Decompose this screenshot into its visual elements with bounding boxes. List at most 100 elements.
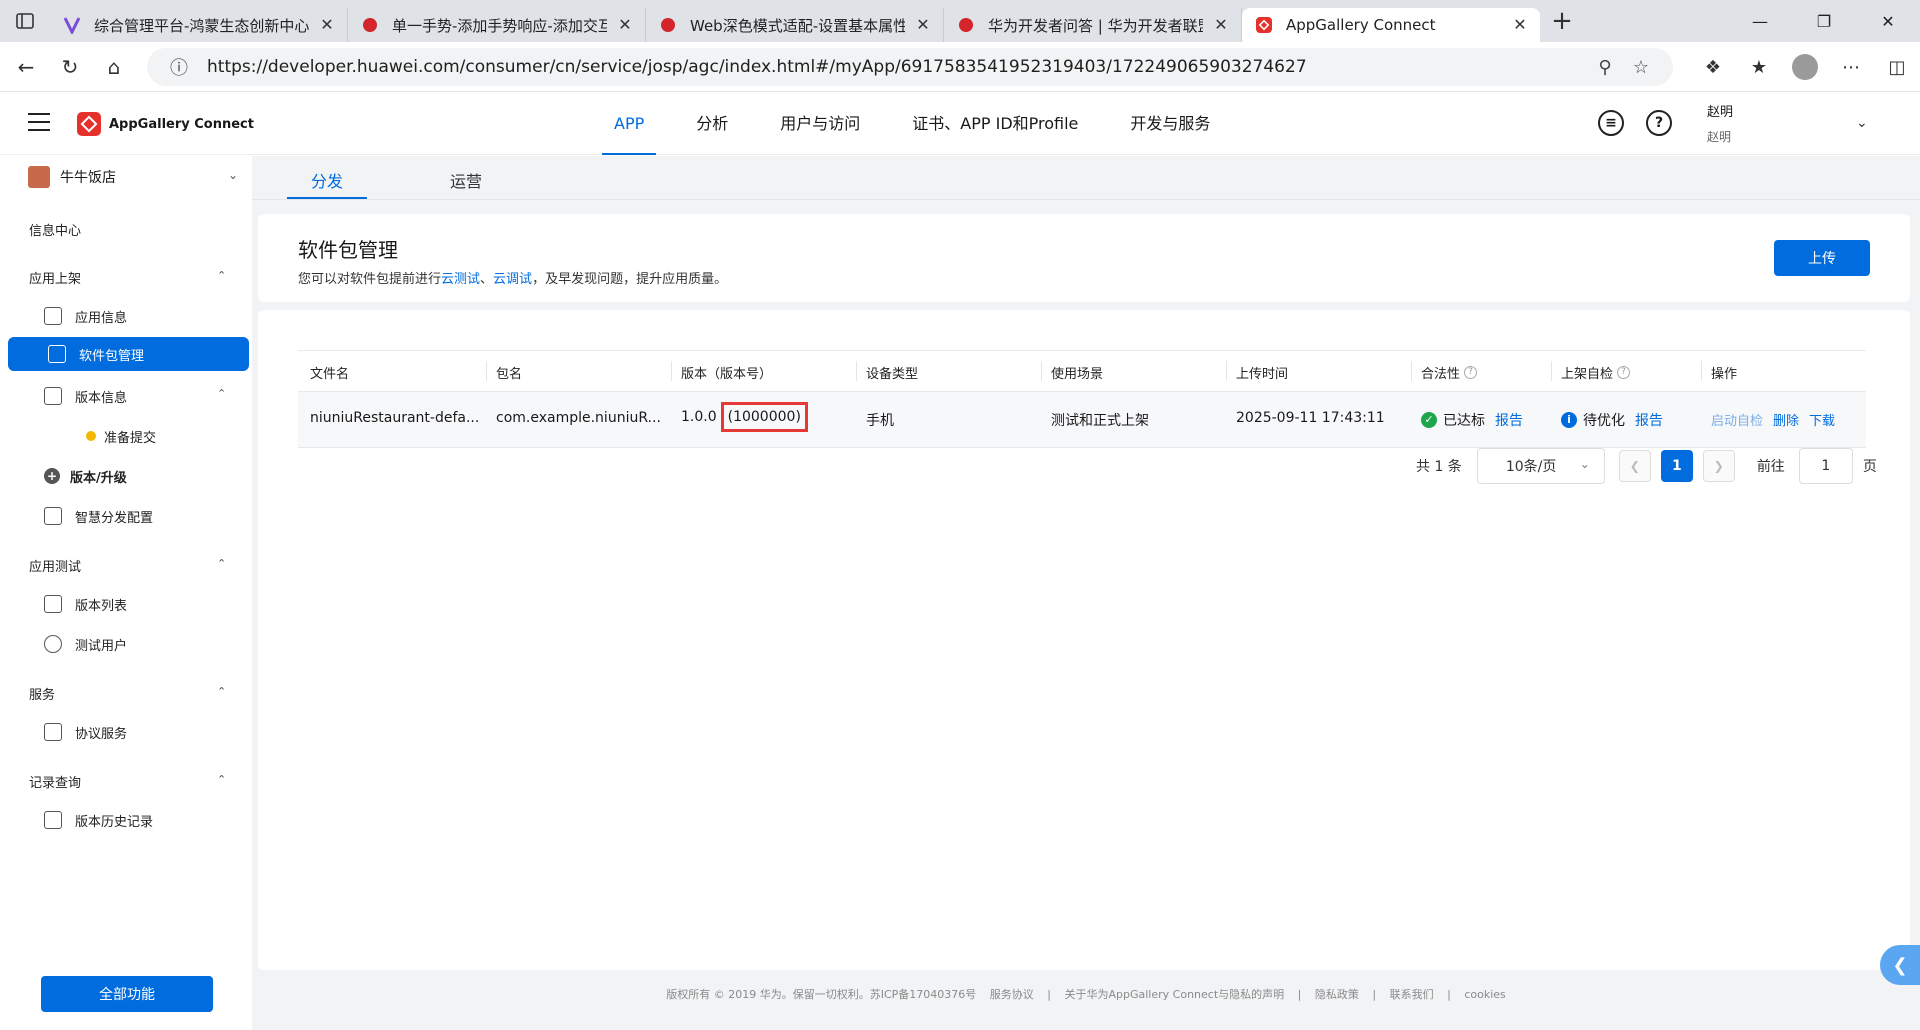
package-table: 文件名 包名 版本（版本号） 设备类型 使用场景 上传时间 合法性? 上架自检?…: [298, 350, 1866, 448]
sidebar-item-package-mgmt[interactable]: 软件包管理: [8, 337, 249, 371]
help-icon[interactable]: ?: [1464, 366, 1478, 379]
tab-operations[interactable]: 运营: [450, 168, 482, 192]
nav-certificates[interactable]: 证书、APP ID和Profile: [912, 93, 1078, 155]
help-icon[interactable]: ?: [1617, 366, 1631, 379]
close-tab-icon[interactable]: ✕: [1213, 17, 1229, 33]
footer-link-privacy-policy[interactable]: 隐私政策: [1315, 988, 1359, 1001]
upload-button[interactable]: 上传: [1774, 240, 1870, 276]
browser-tab[interactable]: 单一手势-添加手势响应-添加交互 ✕: [348, 8, 646, 42]
feedback-icon[interactable]: ≡: [1598, 110, 1624, 136]
next-page-button[interactable]: ❯: [1702, 450, 1735, 482]
chevron-up-icon[interactable]: ⌃: [217, 387, 226, 400]
download-link[interactable]: 下载: [1809, 410, 1835, 429]
sidebar-item-version-history[interactable]: 版本历史记录: [44, 803, 244, 837]
legality-report-link[interactable]: 报告: [1495, 410, 1523, 430]
back-icon[interactable]: ←: [4, 45, 48, 89]
footer-link-privacy-statement[interactable]: 关于华为AppGallery Connect与隐私的声明: [1065, 988, 1285, 1001]
sidebar-item-app-info[interactable]: 应用信息: [44, 299, 244, 333]
url-field[interactable]: ⓘ https://developer.huawei.com/consumer/…: [147, 48, 1673, 86]
favorite-star-icon[interactable]: ☆: [1623, 57, 1659, 78]
cloud-debug-link[interactable]: 云调试: [493, 272, 532, 287]
sidebar-section-publish[interactable]: 应用上架: [29, 268, 81, 287]
tab-title: 华为开发者问答 | 华为开发者联盟: [988, 16, 1203, 35]
cell-legality: ✓ 已达标 报告: [1421, 410, 1523, 430]
col-upload-time: 上传时间: [1226, 361, 1288, 382]
reload-icon[interactable]: ↻: [48, 45, 92, 89]
footer-link-cookies[interactable]: cookies: [1464, 988, 1505, 1001]
zoom-icon[interactable]: ⚲: [1587, 57, 1623, 78]
tab-distribution[interactable]: 分发: [311, 168, 343, 192]
help-icon[interactable]: ?: [1646, 110, 1672, 136]
chevron-down-icon[interactable]: ⌄: [228, 168, 238, 182]
sidebar-section-records[interactable]: 记录查询: [29, 772, 81, 791]
sidebar-item-version-info[interactable]: 版本信息: [44, 379, 244, 413]
minimize-icon[interactable]: —: [1728, 0, 1792, 42]
start-self-check-link[interactable]: 启动自检: [1711, 410, 1763, 429]
sidebar-item-test-users[interactable]: 测试用户: [44, 627, 244, 661]
chevron-up-icon[interactable]: ⌃: [217, 685, 226, 698]
chevron-up-icon[interactable]: ⌃: [217, 269, 226, 282]
tab-actions-icon[interactable]: [0, 0, 50, 42]
page-number-current[interactable]: 1: [1660, 450, 1693, 482]
sidebar-item-version-list[interactable]: 版本列表: [44, 587, 244, 621]
chevron-up-icon[interactable]: ⌃: [217, 557, 226, 570]
nav-analytics[interactable]: 分析: [696, 93, 728, 155]
restore-icon[interactable]: ❐: [1792, 0, 1856, 42]
close-tab-icon[interactable]: ✕: [1512, 17, 1528, 33]
legality-status: 已达标: [1443, 413, 1485, 429]
sidebar-section-services[interactable]: 服务: [29, 684, 55, 703]
cloud-test-link[interactable]: 云测试: [441, 272, 480, 287]
nav-app[interactable]: APP: [601, 93, 657, 155]
header-label: 文件名: [310, 367, 350, 382]
list-icon: [44, 595, 62, 613]
col-package-name: 包名: [486, 361, 522, 382]
sidebar-item-agreement[interactable]: 协议服务: [44, 715, 244, 749]
home-icon[interactable]: ⌂: [92, 45, 136, 89]
sidebar-item-version-upgrade[interactable]: + 版本/升级: [44, 459, 244, 493]
footer-link-contact[interactable]: 联系我们: [1390, 988, 1434, 1001]
nav-dev-services[interactable]: 开发与服务: [1130, 93, 1210, 155]
expand-panel-icon[interactable]: ❮: [1880, 945, 1920, 985]
close-tab-icon[interactable]: ✕: [617, 17, 633, 33]
chevron-down-icon[interactable]: ⌄: [1856, 115, 1868, 131]
tab-title: Web深色模式适配-设置基本属性和: [690, 16, 905, 35]
chevron-down-icon: ⌄: [1579, 457, 1590, 471]
sidebar-panel-icon[interactable]: ◫: [1874, 42, 1920, 92]
goto-page-input[interactable]: 1: [1798, 448, 1853, 484]
footer-link-terms[interactable]: 服务协议: [990, 988, 1034, 1001]
browser-tab[interactable]: 综合管理平台-鸿蒙生态创新中心 ✕: [50, 8, 348, 42]
all-functions-button[interactable]: 全部功能: [41, 976, 213, 1012]
brand-name: AppGallery Connect: [109, 116, 254, 132]
sidebar-section-testing[interactable]: 应用测试: [29, 556, 81, 575]
user-info[interactable]: 赵明 赵明: [1707, 101, 1733, 145]
browser-tab[interactable]: 华为开发者问答 | 华为开发者联盟 ✕: [944, 8, 1242, 42]
close-tab-icon[interactable]: ✕: [319, 17, 335, 33]
store-selector[interactable]: 牛牛饭店 ⌄: [28, 166, 238, 188]
browser-tab[interactable]: Web深色模式适配-设置基本属性和 ✕: [646, 8, 944, 42]
browser-tab-active[interactable]: AppGallery Connect ✕: [1242, 8, 1540, 42]
close-tab-icon[interactable]: ✕: [915, 17, 931, 33]
hamburger-menu-icon[interactable]: [28, 113, 50, 131]
separator-text: 、: [480, 272, 494, 287]
self-check-report-link[interactable]: 报告: [1635, 410, 1663, 430]
prev-page-button[interactable]: ❮: [1618, 450, 1651, 482]
nav-users[interactable]: 用户与访问: [780, 93, 860, 155]
close-window-icon[interactable]: ✕: [1856, 0, 1920, 42]
url-text[interactable]: https://developer.huawei.com/consumer/cn…: [207, 57, 1587, 77]
extensions-icon[interactable]: ❖: [1690, 42, 1736, 92]
sidebar-item-smart-distribution[interactable]: 智慧分发配置: [44, 499, 244, 533]
description-text: ，及早发现问题，提升应用质量。: [532, 272, 728, 287]
chevron-up-icon[interactable]: ⌃: [217, 773, 226, 786]
page-size-select[interactable]: 10条/页 ⌄: [1476, 448, 1605, 484]
brand-logo[interactable]: AppGallery Connect: [77, 112, 254, 136]
new-tab-icon[interactable]: +: [1540, 0, 1584, 42]
column-divider: [1411, 361, 1412, 381]
site-info-icon[interactable]: ⓘ: [161, 54, 197, 80]
favorites-icon[interactable]: ★: [1736, 42, 1782, 92]
footer-divider: |: [1372, 988, 1377, 1001]
sidebar-item-info-center[interactable]: 信息中心: [29, 220, 81, 239]
sidebar-item-prepare-submit[interactable]: 准备提交: [44, 419, 244, 453]
more-menu-icon[interactable]: ⋯: [1828, 42, 1874, 92]
profile-avatar-icon[interactable]: [1782, 42, 1828, 92]
delete-link[interactable]: 删除: [1773, 410, 1799, 429]
